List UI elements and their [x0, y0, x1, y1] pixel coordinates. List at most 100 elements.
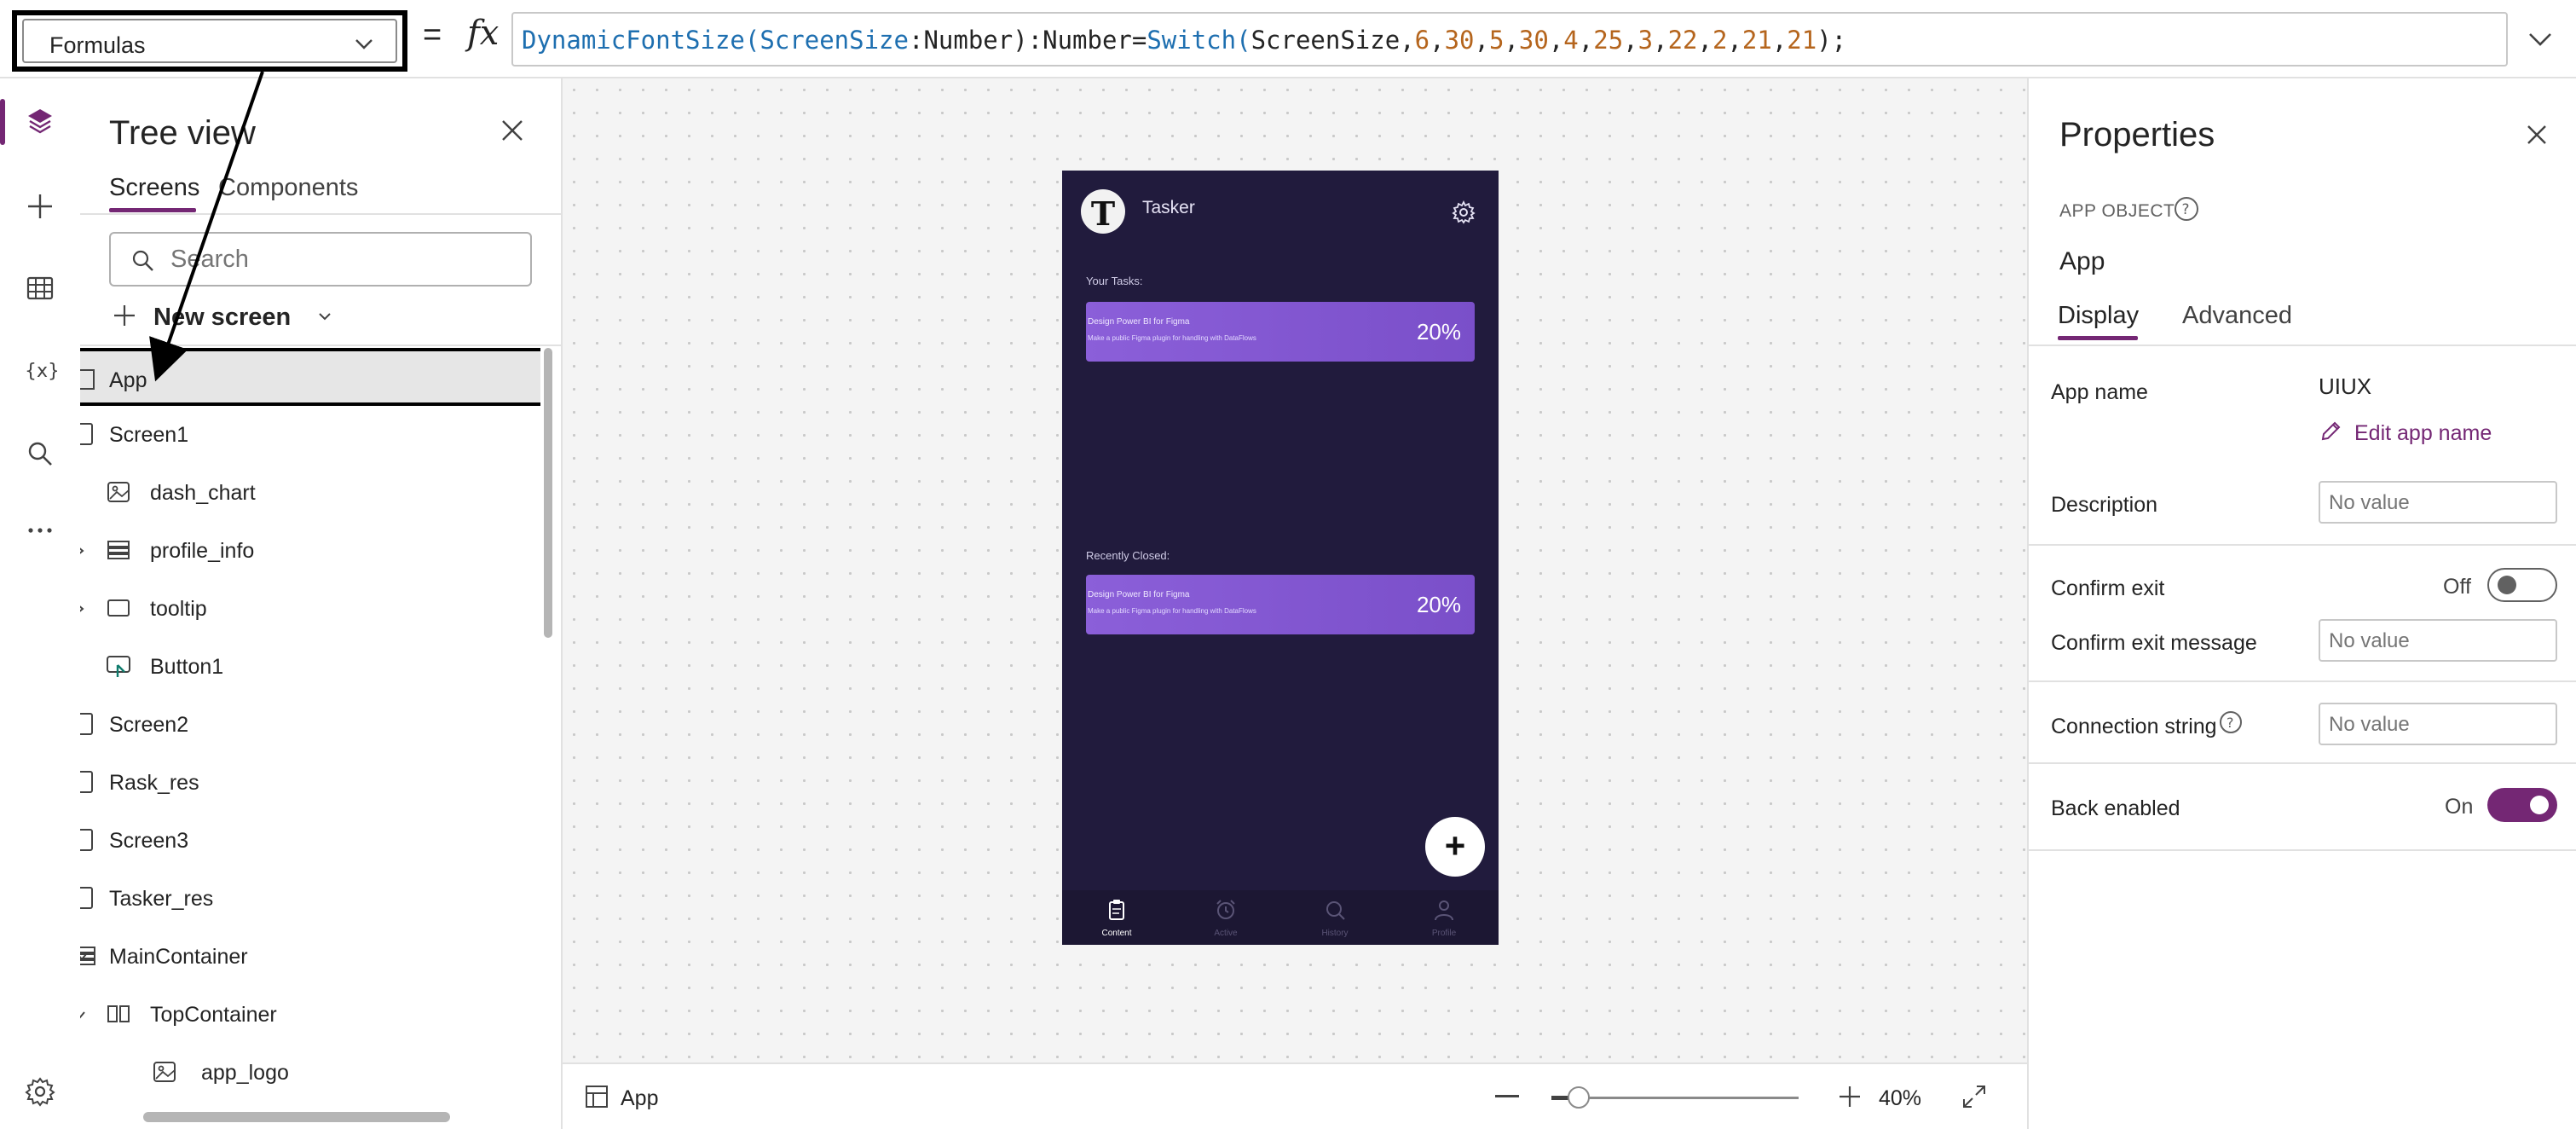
- tree-item-profile-info[interactable]: profile_info: [80, 522, 540, 580]
- tab-advanced[interactable]: Advanced: [2182, 302, 2292, 330]
- tree-item-label: Rask_res: [109, 771, 199, 795]
- formula-token: 3: [1637, 26, 1654, 55]
- expand-formula-chevron-icon[interactable]: [2525, 24, 2556, 55]
- horizontal-scrollbar[interactable]: [143, 1112, 450, 1122]
- app-preview-screen[interactable]: T Tasker Your Tasks: Design Power BI for…: [1062, 171, 1499, 945]
- tree-item-label: tooltip: [150, 597, 207, 621]
- tree-search-box[interactable]: [109, 232, 532, 287]
- tree-item-label: MainContainer: [109, 945, 248, 969]
- nav-label: Content: [1101, 929, 1132, 938]
- description-input[interactable]: [2329, 491, 2550, 515]
- tree-item-maincontainer[interactable]: MainContainer: [80, 928, 540, 986]
- confirm-exit-message-label: Confirm exit message: [2051, 631, 2257, 655]
- bottom-navigation: Content Active History Profile: [1062, 890, 1499, 945]
- tab-display[interactable]: Display: [2058, 302, 2139, 330]
- nav-label: Profile: [1431, 929, 1457, 938]
- more-options-icon[interactable]: [23, 513, 57, 547]
- close-icon[interactable]: [498, 116, 527, 145]
- insert-plus-icon[interactable]: [23, 189, 57, 223]
- tree-item-tasker-res[interactable]: Tasker_res: [80, 870, 540, 928]
- zoom-level: 40%: [1879, 1086, 1922, 1110]
- settings-gear-icon[interactable]: [1451, 200, 1476, 225]
- add-task-button[interactable]: +: [1425, 817, 1485, 877]
- connection-string-field[interactable]: [2319, 703, 2557, 745]
- tree-item-app-logo[interactable]: app_logo: [80, 1044, 540, 1102]
- confirm-exit-toggle[interactable]: [2487, 568, 2557, 602]
- nav-item-active[interactable]: Active: [1175, 897, 1277, 938]
- task-card[interactable]: Design Power BI for Figma Make a public …: [1086, 575, 1475, 634]
- fx-icon: fx: [467, 14, 500, 53]
- zoom-out-icon[interactable]: [1495, 1095, 1519, 1097]
- nav-item-profile[interactable]: Profile: [1393, 897, 1495, 938]
- tree-item-label: Screen2: [109, 713, 189, 737]
- property-dropdown[interactable]: Formulas: [12, 10, 407, 72]
- tree-item-app[interactable]: App: [80, 348, 540, 406]
- chevron-right-icon[interactable]: [80, 602, 87, 616]
- formula-token: ,: [1727, 26, 1742, 55]
- formula-input[interactable]: DynamicFontSize(ScreenSize:Number):Numbe…: [511, 12, 2508, 67]
- app-icon: [80, 369, 95, 390]
- tree-item-label: app_logo: [201, 1061, 289, 1085]
- tree-view-panel: Tree view Screens Components New screen …: [80, 78, 563, 1129]
- rail-active-indicator: [0, 99, 5, 145]
- close-icon[interactable]: [2523, 121, 2550, 148]
- formula-token: ScreenSize,: [1250, 26, 1415, 55]
- help-icon[interactable]: ?: [2172, 194, 2201, 223]
- vertical-scrollbar[interactable]: [544, 348, 552, 638]
- description-field[interactable]: [2319, 481, 2557, 524]
- description-label: Description: [2051, 493, 2158, 517]
- search-icon[interactable]: [23, 437, 57, 471]
- task-card[interactable]: Design Power BI for Figma Make a public …: [1086, 302, 1475, 362]
- tree-item-dash-chart[interactable]: dash_chart: [80, 464, 540, 522]
- pencil-icon: [2321, 421, 2341, 441]
- property-dropdown-value: Formulas: [49, 32, 146, 58]
- layers-icon[interactable]: [23, 104, 57, 138]
- tree-item-label: Button1: [150, 655, 224, 679]
- zoom-slider-handle[interactable]: [1568, 1086, 1590, 1109]
- tree-item-tooltip[interactable]: tooltip: [80, 580, 540, 638]
- back-enabled-toggle[interactable]: [2487, 788, 2557, 822]
- plus-icon: +: [1444, 825, 1466, 866]
- toggle-knob: [2498, 576, 2516, 594]
- tab-components[interactable]: Components: [218, 174, 358, 202]
- connection-string-input[interactable]: [2329, 713, 2550, 737]
- divider: [80, 344, 561, 346]
- image-icon: [107, 482, 130, 502]
- tree-item-label: App: [109, 368, 147, 392]
- chevron-right-icon[interactable]: [80, 544, 87, 558]
- tree-item-label: Screen3: [109, 829, 189, 853]
- settings-gear-icon[interactable]: [23, 1074, 57, 1109]
- nav-item-content[interactable]: Content: [1066, 897, 1168, 938]
- confirm-exit-message-input[interactable]: [2329, 629, 2550, 653]
- screen-icon: [80, 713, 93, 735]
- design-canvas[interactable]: T Tasker Your Tasks: Design Power BI for…: [563, 78, 2027, 1062]
- tree-item-label: Screen1: [109, 423, 189, 447]
- button-icon: [107, 656, 130, 677]
- app-logo: T: [1081, 189, 1125, 234]
- nav-item-history[interactable]: History: [1284, 897, 1386, 938]
- new-screen-label: New screen: [153, 304, 292, 331]
- tab-screens[interactable]: Screens: [109, 174, 199, 202]
- confirm-exit-message-field[interactable]: [2319, 619, 2557, 662]
- tree-item-button1[interactable]: Button1: [80, 638, 540, 696]
- tree-item-screen1[interactable]: Screen1: [80, 406, 540, 464]
- tree-item-topcontainer[interactable]: TopContainer: [80, 986, 540, 1044]
- data-table-icon[interactable]: [23, 271, 57, 305]
- tree-item-rask-res[interactable]: Rask_res: [80, 754, 540, 812]
- zoom-in-icon[interactable]: [1836, 1083, 1863, 1110]
- screen-icon: [80, 829, 93, 851]
- formula-token: );: [1816, 26, 1847, 55]
- tree-search-input[interactable]: [170, 246, 511, 274]
- logo-letter: T: [1090, 194, 1116, 233]
- tree-item-screen3[interactable]: Screen3: [80, 812, 540, 870]
- person-icon: [1435, 900, 1453, 921]
- formula-text[interactable]: DynamicFontSize(ScreenSize:Number):Numbe…: [522, 26, 1846, 55]
- tree-item-label: Tasker_res: [109, 887, 214, 911]
- chevron-down-icon[interactable]: [80, 1008, 87, 1022]
- tree-item-screen2[interactable]: Screen2: [80, 696, 540, 754]
- fit-to-window-icon[interactable]: [1961, 1083, 1988, 1110]
- help-icon[interactable]: ?: [2218, 709, 2244, 735]
- formula-token: ):Number=: [1013, 26, 1147, 55]
- formula-token: ,: [1474, 26, 1489, 55]
- variables-icon[interactable]: {x}: [23, 353, 57, 387]
